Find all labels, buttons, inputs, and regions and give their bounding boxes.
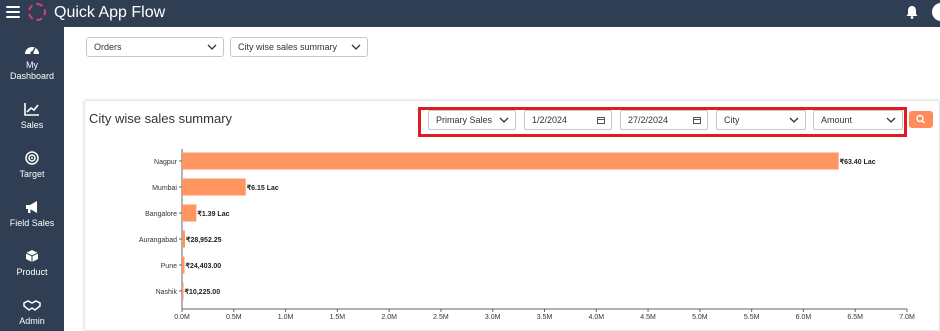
report-card: City wise sales summary Primary Sales 1/… bbox=[84, 100, 940, 331]
x-tick-label: 6.0M bbox=[796, 314, 812, 321]
dashboard-icon bbox=[25, 47, 39, 55]
bar-aurangabad bbox=[182, 230, 185, 248]
avatar[interactable] bbox=[932, 3, 940, 21]
sidebar-item-field-sales[interactable]: Field Sales bbox=[0, 200, 64, 229]
data-label: ₹1.39 Lac bbox=[197, 210, 229, 218]
megaphone-icon bbox=[26, 201, 37, 213]
x-tick-label: 0.5M bbox=[226, 314, 242, 321]
x-tick-label: 2.0M bbox=[381, 314, 397, 321]
x-tick-label: 0.0M bbox=[174, 314, 190, 321]
sidebar-item-label: Dashboard bbox=[9, 71, 55, 81]
bar-nashik bbox=[182, 282, 184, 300]
sidebar-item-label: Product bbox=[16, 267, 48, 277]
x-tick-label: 4.0M bbox=[589, 314, 605, 321]
x-tick-label: 1.0M bbox=[278, 314, 294, 321]
sidebar-item-dashboard[interactable]: My Dashboard bbox=[0, 42, 64, 82]
sidebar-item-sales[interactable]: Sales bbox=[0, 102, 64, 131]
category-label: Nashik bbox=[156, 289, 178, 296]
sidebar-item-label: Sales bbox=[20, 120, 44, 130]
bar-nagpur bbox=[182, 152, 839, 170]
x-tick-label: 3.0M bbox=[485, 314, 501, 321]
sidebar-item-label: Admin bbox=[19, 316, 45, 326]
category-label: Bangalore bbox=[145, 211, 177, 218]
bar-bangalore bbox=[182, 204, 197, 222]
module-select-value: Orders bbox=[94, 42, 122, 52]
chevron-down-icon bbox=[207, 44, 217, 50]
menu-icon[interactable] bbox=[6, 6, 20, 18]
bar-mumbai bbox=[182, 178, 246, 196]
box-icon bbox=[25, 250, 39, 262]
report-select-value: City wise sales summary bbox=[238, 42, 338, 52]
data-label: ₹63.40 Lac bbox=[840, 158, 876, 166]
x-tick-label: 2.5M bbox=[433, 314, 449, 321]
x-tick-label: 7.0M bbox=[899, 314, 915, 321]
app-title: Quick App Flow bbox=[54, 4, 166, 21]
top-bar: Quick App Flow bbox=[0, 0, 940, 27]
sidebar-item-label: Target bbox=[19, 169, 45, 179]
category-label: Aurangabad bbox=[139, 237, 177, 244]
handshake-icon bbox=[23, 300, 41, 311]
sidebar-item-product[interactable]: Product bbox=[0, 249, 64, 278]
x-tick-label: 4.5M bbox=[640, 314, 656, 321]
sidebar-item-target[interactable]: Target bbox=[0, 151, 64, 180]
app-logo bbox=[28, 3, 46, 21]
sidebar-item-label: My bbox=[26, 60, 38, 70]
sidebar-item-admin[interactable]: Admin bbox=[0, 298, 64, 327]
data-label: ₹28,952.25 bbox=[186, 236, 222, 244]
x-tick-label: 5.5M bbox=[744, 314, 760, 321]
x-tick-label: 6.5M bbox=[847, 314, 863, 321]
data-label: ₹10,225.00 bbox=[185, 288, 221, 296]
sidebar: My Dashboard Sales Target Field Sales Pr… bbox=[0, 27, 64, 331]
category-label: Nagpur bbox=[154, 159, 178, 166]
x-tick-label: 3.5M bbox=[537, 314, 553, 321]
x-tick-label: 1.5M bbox=[330, 314, 346, 321]
category-label: Pune bbox=[161, 263, 177, 270]
data-label: ₹24,403.00 bbox=[186, 262, 222, 270]
chart-line-icon bbox=[24, 103, 39, 116]
bell-icon[interactable] bbox=[906, 5, 918, 19]
chevron-down-icon bbox=[351, 44, 361, 50]
bar-pune bbox=[182, 256, 185, 274]
sales-bar-chart: Nagpur ₹63.40 Lac Mumbai ₹6.15 Lac Bangalore… bbox=[139, 149, 915, 321]
x-tick-label: 5.0M bbox=[692, 314, 708, 321]
module-select[interactable]: Orders bbox=[86, 37, 224, 57]
sidebar-item-label: Field Sales bbox=[9, 218, 55, 228]
report-select[interactable]: City wise sales summary bbox=[230, 37, 368, 57]
category-label: Mumbai bbox=[152, 185, 177, 192]
data-label: ₹6.15 Lac bbox=[247, 184, 279, 192]
target-icon bbox=[25, 151, 39, 165]
